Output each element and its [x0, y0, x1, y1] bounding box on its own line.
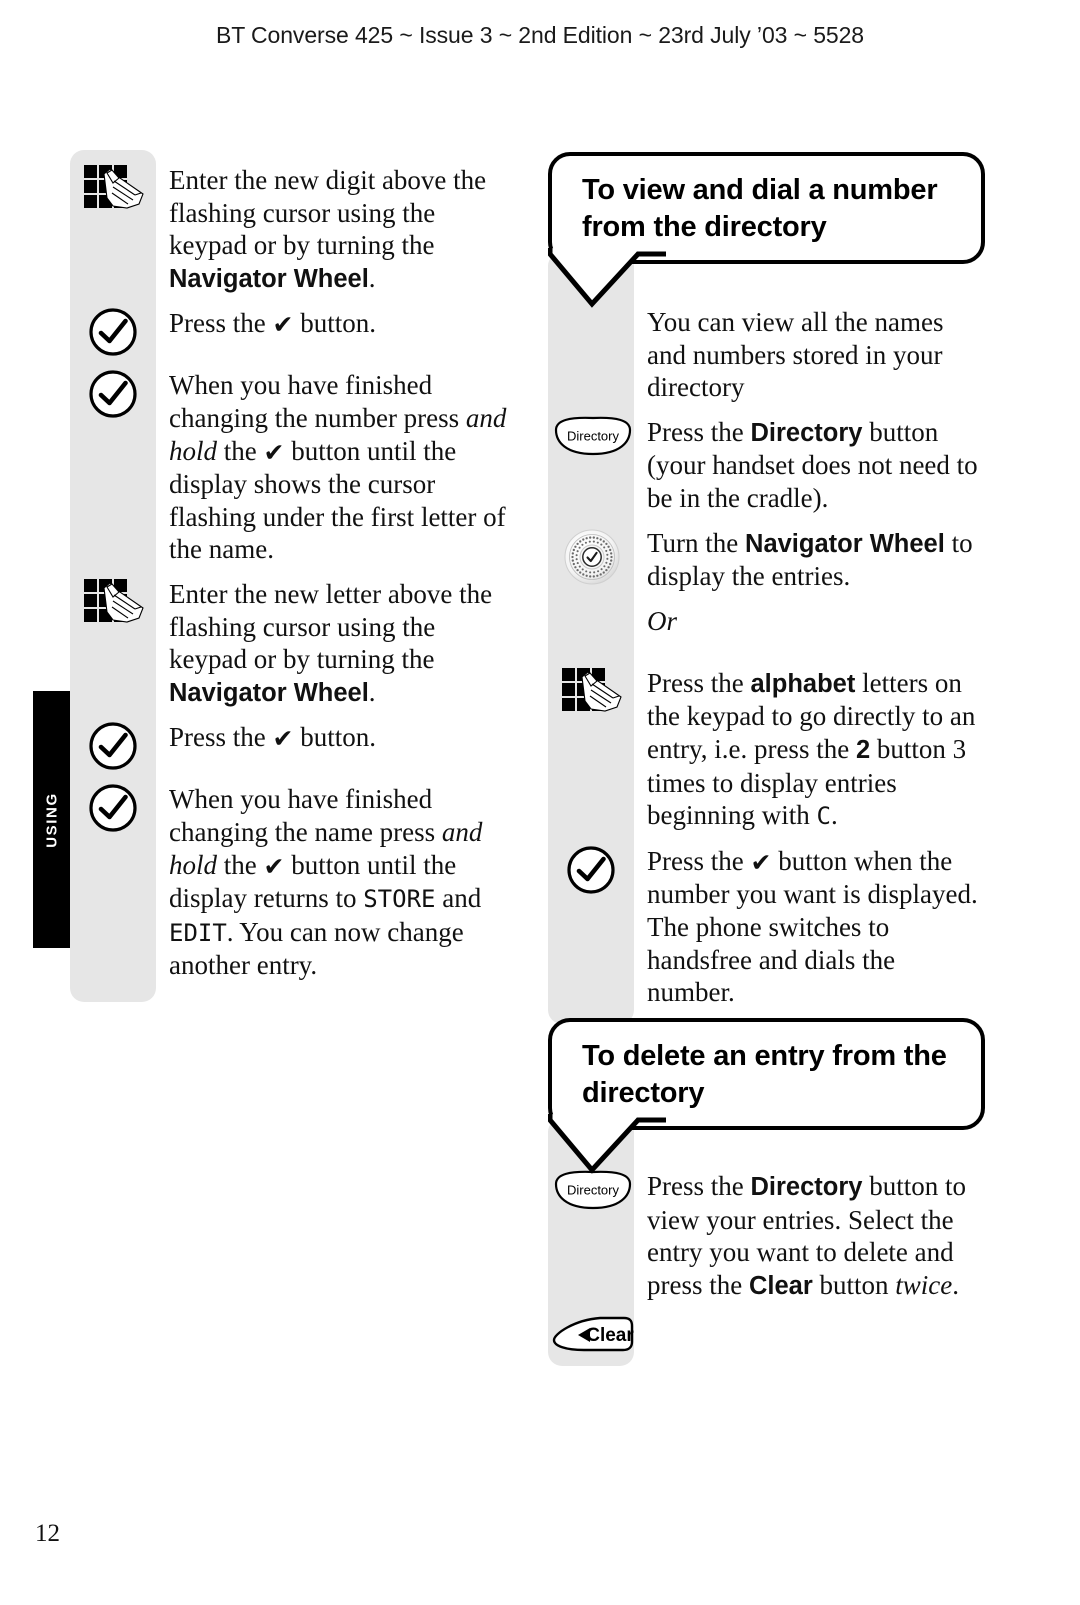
directory-button-icon: Directory [550, 416, 632, 456]
section1-step-text: Press the ✔ button when the number you w… [647, 845, 978, 1008]
section1-title: To view and dial a number from the direc… [582, 174, 938, 243]
spacer-icon [566, 605, 616, 655]
section1-step-icon [548, 527, 634, 585]
left-step: Enter the new letter above the flashing … [70, 578, 510, 709]
left-step-icon [70, 578, 156, 626]
section1-step-icon [548, 845, 634, 895]
section-tab-using: USING [33, 691, 71, 948]
section1-step-icon [548, 667, 634, 715]
keypad-icon [83, 578, 144, 626]
left-step-text: Enter the new letter above the flashing … [169, 578, 493, 707]
clear-button-icon: Clear [550, 1314, 634, 1354]
left-steps-list: Enter the new digit above the flashing c… [70, 150, 510, 982]
section1-step: Or [548, 605, 988, 655]
svg-text:Directory: Directory [567, 1183, 620, 1198]
section1-step-icon: Directory [548, 416, 634, 456]
left-step-text: Press the ✔ button. [169, 722, 376, 754]
section2-heading-bubble: To delete an entry from the directory [548, 1018, 985, 1130]
left-step-icon [70, 369, 156, 419]
left-step-icon [70, 721, 156, 771]
section2-step-text: Press the Directory button to view your … [647, 1171, 966, 1300]
section1-step-text: You can view all the names and numbers s… [647, 307, 944, 403]
section1-step-text: Or [647, 605, 678, 636]
section-tab-label: USING [43, 791, 61, 848]
check-button-icon [88, 307, 138, 357]
keypad-icon [83, 164, 144, 212]
section1-heading-bubble: To view and dial a number from the direc… [548, 152, 985, 264]
section1-step-icon [548, 306, 634, 356]
left-step-icon [70, 783, 156, 833]
section2-step: Clear [548, 1314, 988, 1354]
left-step: Enter the new digit above the flashing c… [70, 164, 510, 295]
section1-step: Press the alphabet letters on the keypad… [548, 667, 988, 833]
section1-step-text: Turn the Navigator Wheel to display the … [647, 527, 973, 592]
section1-step-icon [548, 605, 634, 655]
navigator-wheel-icon [562, 527, 620, 585]
section2-step-icon: Directory [548, 1170, 634, 1210]
section1-step: Press the ✔ button when the number you w… [548, 845, 988, 1009]
page-header: BT Converse 425 ~ Issue 3 ~ 2nd Edition … [215, 22, 865, 48]
spacer-icon [566, 306, 616, 356]
left-step: When you have finished changing the name… [70, 783, 510, 982]
check-button-icon [88, 369, 138, 419]
section1-step-text: Press the Directory button (your handset… [647, 416, 978, 513]
section1-step-text: Press the alphabet letters on the keypad… [647, 667, 976, 831]
section2-step: Directory Press the Directory button to … [548, 1170, 988, 1302]
keypad-icon [561, 667, 622, 715]
svg-text:Directory: Directory [567, 428, 620, 443]
check-button-icon [88, 721, 138, 771]
check-button-icon [88, 783, 138, 833]
page-number: 12 [35, 1520, 60, 1547]
directory-button-icon: Directory [550, 1170, 632, 1210]
section2-title: To delete an entry from the directory [582, 1040, 947, 1109]
left-step: Press the ✔ button. [70, 721, 510, 771]
svg-text:Clear: Clear [586, 1325, 634, 1346]
section1-step: Turn the Navigator Wheel to display the … [548, 527, 988, 593]
section2-steps-list: Directory Press the Directory button to … [548, 1156, 988, 1354]
left-step: When you have finished changing the numb… [70, 369, 510, 566]
left-step: Press the ✔ button. [70, 307, 510, 357]
section1-step: You can view all the names and numbers s… [548, 306, 988, 404]
left-step-icon [70, 307, 156, 357]
left-step-text: Enter the new digit above the flashing c… [169, 165, 487, 293]
check-button-icon [566, 845, 616, 895]
left-step-icon [70, 164, 156, 212]
section1-steps-list: You can view all the names and numbers s… [548, 292, 988, 1009]
left-step-text: Press the ✔ button. [169, 308, 376, 340]
left-step-text: When you have finished changing the name… [169, 784, 483, 981]
section2-step-icon: Clear [548, 1314, 634, 1354]
section1-step: Directory Press the Directory button (yo… [548, 416, 988, 515]
left-step-text: When you have finished changing the numb… [169, 370, 507, 565]
